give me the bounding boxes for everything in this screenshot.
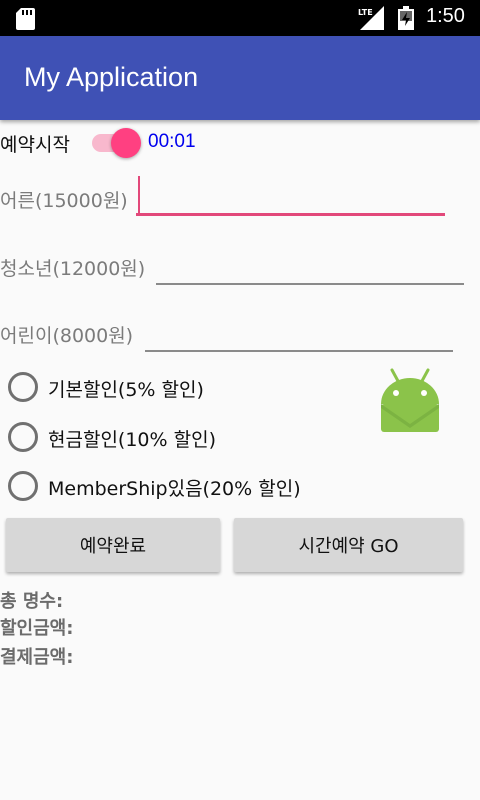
child-field-label: 어린이(8000원): [0, 325, 134, 347]
text-cursor: [138, 176, 140, 214]
child-count-input[interactable]: [145, 350, 453, 352]
radio-membership-discount[interactable]: MemberShip있음(20% 할인): [8, 467, 368, 507]
radio-button-circle[interactable]: [8, 372, 38, 402]
youth-count-input[interactable]: [156, 283, 464, 285]
battery-icon: [398, 6, 414, 30]
reservation-switch-label: 예약시작: [0, 134, 70, 156]
radio-label[interactable]: 현금할인(10% 할인): [48, 425, 216, 452]
discount-amount-label: 할인금액:: [0, 618, 74, 639]
chronometer: 00:01: [148, 131, 196, 152]
reservation-switch-row: 예약시작 00:01: [0, 124, 480, 160]
radio-label[interactable]: MemberShip있음(20% 할인): [48, 474, 301, 501]
radio-label[interactable]: 기본할인(5% 할인): [48, 375, 204, 402]
radio-button-circle[interactable]: [8, 422, 38, 452]
radio-basic-discount[interactable]: 기본할인(5% 할인): [8, 368, 368, 408]
reservation-complete-button[interactable]: 예약완료: [6, 518, 220, 572]
adult-input-underline[interactable]: [136, 213, 445, 216]
adult-field-label: 어른(15000원): [0, 190, 128, 212]
status-bar: LTE 1:50: [0, 0, 480, 36]
youth-field-label: 청소년(12000원): [0, 258, 146, 280]
lte-signal-icon: LTE: [358, 6, 384, 30]
time-reservation-go-button[interactable]: 시간예약 GO: [234, 518, 463, 572]
switch-thumb[interactable]: [111, 128, 141, 158]
app-title: My Application: [24, 62, 199, 92]
radio-button-circle[interactable]: [8, 471, 38, 501]
app-bar: My Application: [0, 36, 480, 120]
sd-card-icon: [16, 8, 35, 30]
svg-text:LTE: LTE: [358, 8, 373, 17]
status-clock: 1:50: [426, 5, 465, 27]
radio-cash-discount[interactable]: 현금할인(10% 할인): [8, 418, 368, 458]
android-icon: [381, 368, 439, 432]
total-count-label: 총 명수:: [0, 591, 64, 612]
payment-amount-label: 결제금액:: [0, 647, 74, 668]
